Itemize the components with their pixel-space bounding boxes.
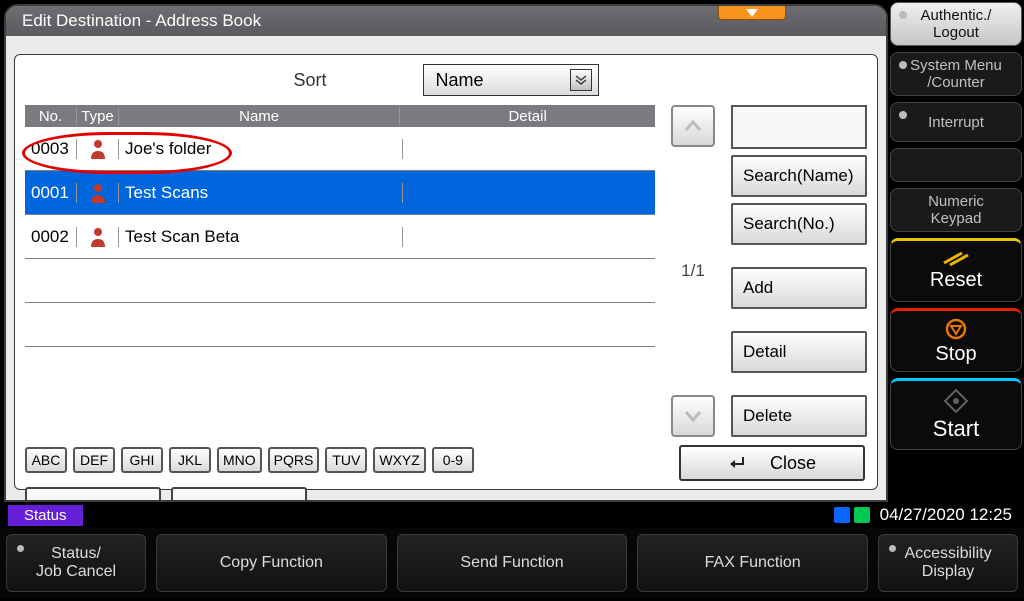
enter-icon: [728, 454, 746, 472]
group-button[interactable]: Group: [171, 487, 307, 502]
auth-logout-button[interactable]: Authentic./ Logout: [890, 2, 1022, 46]
system-menu-button[interactable]: System Menu /Counter: [890, 52, 1022, 96]
table-row[interactable]: 0003 Joe's folder: [25, 127, 655, 171]
panel-body: Sort Name No. Type Name Detail: [14, 54, 878, 490]
reset-button[interactable]: Reset: [890, 238, 1022, 302]
hard-key-sidebar: Authentic./ Logout System Menu /Counter …: [890, 2, 1022, 502]
table-header: No. Type Name Detail: [25, 105, 655, 127]
alpha-pqrs[interactable]: PQRS: [268, 447, 320, 473]
reset-icon: [942, 251, 970, 267]
cell-type: [77, 183, 119, 203]
action-column: Search(Name) Search(No.) Add Detail Dele…: [731, 105, 867, 437]
interrupt-button[interactable]: Interrupt: [890, 102, 1022, 142]
blank-button[interactable]: [890, 148, 1022, 182]
alpha-abc[interactable]: ABC: [25, 447, 67, 473]
alpha-0-9[interactable]: 0-9: [432, 447, 474, 473]
double-chevron-down-icon: [575, 75, 587, 85]
bottom-bar: Status/ Job Cancel Copy Function Send Fu…: [0, 528, 1024, 598]
scroll-down-button[interactable]: [671, 395, 715, 437]
start-icon: [943, 388, 969, 414]
led-icon: [899, 111, 907, 119]
group-label: Group: [217, 499, 267, 503]
alpha-mno[interactable]: MNO: [217, 447, 262, 473]
delete-button[interactable]: Delete: [731, 395, 867, 437]
stop-icon: [944, 317, 968, 341]
chevron-down-icon: [746, 9, 758, 17]
cell-name: Test Scans: [119, 183, 403, 203]
scroll-up-button[interactable]: [671, 105, 715, 147]
status-bar: Status 04/27/2020 12:25: [0, 504, 1024, 526]
cell-no: 0003: [25, 139, 77, 159]
table-row[interactable]: 0002 Test Scan Beta: [25, 215, 655, 259]
start-button[interactable]: Start: [890, 378, 1022, 450]
table-row-empty: [25, 259, 655, 303]
led-icon: [899, 61, 907, 69]
sort-chevron: [570, 69, 592, 91]
cell-no: 0002: [25, 227, 77, 247]
table-body: 0003 Joe's folder 0001 Test Scans 0002 Test S…: [25, 127, 655, 347]
dropdown-tab[interactable]: [718, 6, 786, 20]
alpha-jkl[interactable]: JKL: [169, 447, 211, 473]
col-type: Type: [77, 108, 119, 125]
cell-name: Joe's folder: [119, 139, 403, 159]
search-input[interactable]: [731, 105, 867, 149]
led-icon: [899, 11, 907, 19]
address-table: No. Type Name Detail 0003Joe's folder000…: [25, 105, 655, 437]
stop-button[interactable]: Stop: [890, 308, 1022, 372]
col-detail: Detail: [400, 108, 655, 125]
alpha-ghi[interactable]: GHI: [121, 447, 163, 473]
sort-row: Sort Name: [25, 63, 867, 97]
col-name: Name: [119, 108, 400, 125]
cell-type: [77, 139, 119, 159]
alpha-def[interactable]: DEF: [73, 447, 115, 473]
led-icon: [889, 545, 896, 552]
col-no: No.: [25, 108, 77, 125]
copy-function-button[interactable]: Copy Function: [156, 534, 387, 592]
table-row-empty: [25, 303, 655, 347]
search-name-button[interactable]: Search(Name): [731, 155, 867, 197]
led-icon: [17, 545, 24, 552]
send-function-button[interactable]: Send Function: [397, 534, 628, 592]
sort-label: Sort: [293, 70, 326, 91]
numeric-keypad-button[interactable]: Numeric Keypad: [890, 188, 1022, 232]
view-buttons: Contact Group: [25, 487, 867, 502]
sort-select[interactable]: Name: [423, 64, 599, 96]
close-label: Close: [770, 453, 816, 474]
status-datetime: 04/27/2020 12:25: [880, 505, 1012, 525]
pager: 1/1: [663, 105, 723, 437]
main-panel: Edit Destination - Address Book Sort Nam…: [4, 4, 888, 502]
fax-function-button[interactable]: FAX Function: [637, 534, 868, 592]
status-badge[interactable]: Status: [8, 505, 83, 526]
cell-no: 0001: [25, 183, 77, 203]
chevron-up-icon: [684, 119, 702, 133]
close-button[interactable]: Close: [679, 445, 865, 481]
list-area: No. Type Name Detail 0003Joe's folder000…: [25, 105, 867, 437]
status-icons: [834, 507, 870, 523]
table-row[interactable]: 0001 Test Scans: [25, 171, 655, 215]
wifi-icon: [854, 507, 870, 523]
contact-label: Contact: [61, 499, 123, 503]
group-icon: [181, 499, 207, 502]
cell-name: Test Scan Beta: [119, 227, 403, 247]
cell-type: [77, 227, 119, 247]
detail-button[interactable]: Detail: [731, 331, 867, 373]
chevron-down-icon: [684, 409, 702, 423]
contact-button[interactable]: Contact: [25, 487, 161, 502]
network-icon: [834, 507, 850, 523]
search-no-button[interactable]: Search(No.): [731, 203, 867, 245]
alpha-wxyz[interactable]: WXYZ: [373, 447, 425, 473]
sort-value: Name: [436, 70, 484, 91]
page-indicator: 1/1: [681, 151, 705, 391]
alpha-tuv[interactable]: TUV: [325, 447, 367, 473]
status-job-cancel-button[interactable]: Status/ Job Cancel: [6, 534, 146, 592]
add-button[interactable]: Add: [731, 267, 867, 309]
accessibility-button[interactable]: Accessibility Display: [878, 534, 1018, 592]
person-icon: [35, 499, 51, 502]
